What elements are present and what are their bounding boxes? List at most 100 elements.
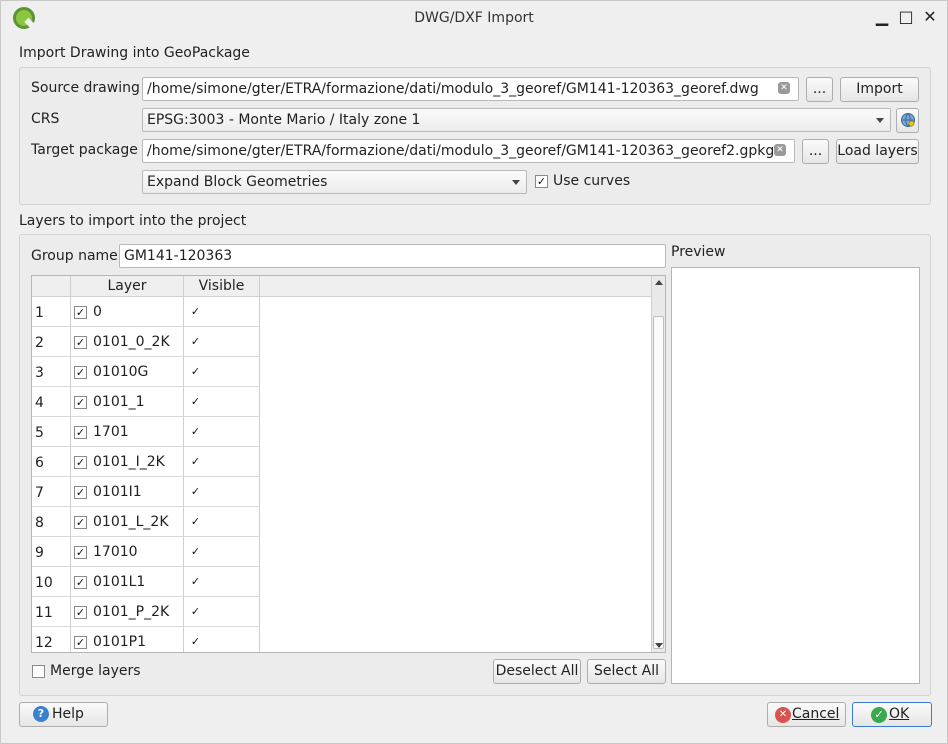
layer-name: 0101L1: [93, 574, 146, 590]
row-number: 7: [32, 477, 71, 507]
visible-checkbox[interactable]: ✓: [189, 516, 202, 529]
visible-checkbox[interactable]: ✓: [189, 306, 202, 319]
visible-cell[interactable]: ✓: [184, 327, 260, 357]
cancel-button[interactable]: ✕ Cancel: [767, 702, 846, 727]
layer-name: 01010G: [93, 364, 149, 380]
layers-table: Layer Visible 1 ✓ 0 ✓ 2 ✓ 0101_0_2K ✓ 3 ✓ 01010G ✓ 4…: [31, 275, 666, 653]
layer-name: 0: [93, 304, 102, 320]
source-drawing-field[interactable]: /home/simone/gter/ETRA/formazione/dati/m…: [142, 77, 799, 101]
visible-cell[interactable]: ✓: [184, 537, 260, 567]
import-button[interactable]: Import: [840, 77, 919, 102]
column-header-layer[interactable]: Layer: [71, 276, 184, 297]
layer-cell[interactable]: ✓ 0101_P_2K: [71, 597, 184, 627]
layer-checkbox[interactable]: ✓: [74, 426, 87, 439]
visible-cell[interactable]: ✓: [184, 417, 260, 447]
block-mode-select[interactable]: Expand Block Geometries: [142, 170, 527, 194]
scroll-up-icon[interactable]: [655, 280, 663, 285]
visible-checkbox[interactable]: ✓: [189, 576, 202, 589]
visible-checkbox[interactable]: ✓: [189, 486, 202, 499]
visible-checkbox[interactable]: ✓: [189, 606, 202, 619]
close-button[interactable]: ✕: [921, 8, 939, 26]
layer-cell[interactable]: ✓ 0101L1: [71, 567, 184, 597]
layer-checkbox[interactable]: ✓: [74, 486, 87, 499]
layer-cell[interactable]: ✓ 1701: [71, 417, 184, 447]
table-row[interactable]: 8 ✓ 0101_L_2K ✓: [32, 507, 260, 537]
visible-checkbox[interactable]: ✓: [189, 336, 202, 349]
help-button[interactable]: ? Help: [19, 702, 108, 727]
visible-cell[interactable]: ✓: [184, 627, 260, 652]
layer-checkbox[interactable]: ✓: [74, 636, 87, 649]
layer-name: 0101_1: [93, 394, 145, 410]
merge-layers-label: Merge layers: [50, 663, 141, 679]
table-scrollbar[interactable]: [651, 276, 665, 652]
layer-cell[interactable]: ✓ 0101_I_2K: [71, 447, 184, 477]
table-row[interactable]: 1 ✓ 0 ✓: [32, 297, 260, 327]
layer-checkbox[interactable]: ✓: [74, 576, 87, 589]
target-package-field[interactable]: /home/simone/gter/ETRA/formazione/dati/m…: [142, 139, 795, 163]
row-number: 3: [32, 357, 71, 387]
visible-cell[interactable]: ✓: [184, 387, 260, 417]
browse-source-button[interactable]: ...: [806, 77, 833, 102]
clear-target-icon[interactable]: ✕: [774, 144, 786, 156]
layer-checkbox[interactable]: ✓: [74, 516, 87, 529]
visible-cell[interactable]: ✓: [184, 567, 260, 597]
table-row[interactable]: 4 ✓ 0101_1 ✓: [32, 387, 260, 417]
visible-cell[interactable]: ✓: [184, 507, 260, 537]
visible-checkbox[interactable]: ✓: [189, 426, 202, 439]
merge-layers-checkbox[interactable]: [32, 665, 45, 678]
group-name-field[interactable]: GM141-120363: [119, 244, 666, 268]
row-number: 5: [32, 417, 71, 447]
ok-button[interactable]: ✓ OK: [852, 702, 932, 727]
dwg-import-dialog: DWG/DXF Import ▁ □ ✕ Import Drawing into…: [0, 0, 948, 744]
maximize-button[interactable]: □: [897, 8, 915, 26]
layer-cell[interactable]: ✓ 17010: [71, 537, 184, 567]
visible-cell[interactable]: ✓: [184, 477, 260, 507]
layer-cell[interactable]: ✓ 0101_1: [71, 387, 184, 417]
source-drawing-label: Source drawing: [31, 80, 140, 96]
table-row[interactable]: 3 ✓ 01010G ✓: [32, 357, 260, 387]
crs-selector-button[interactable]: [896, 108, 919, 133]
load-layers-button[interactable]: Load layers: [836, 139, 919, 164]
visible-cell[interactable]: ✓: [184, 297, 260, 327]
table-row[interactable]: 5 ✓ 1701 ✓: [32, 417, 260, 447]
table-row[interactable]: 2 ✓ 0101_0_2K ✓: [32, 327, 260, 357]
clear-source-icon[interactable]: ✕: [778, 82, 790, 94]
table-row[interactable]: 7 ✓ 0101I1 ✓: [32, 477, 260, 507]
layer-checkbox[interactable]: ✓: [74, 306, 87, 319]
visible-checkbox[interactable]: ✓: [189, 396, 202, 409]
layer-checkbox[interactable]: ✓: [74, 456, 87, 469]
column-header-visible[interactable]: Visible: [184, 276, 260, 297]
visible-checkbox[interactable]: ✓: [189, 366, 202, 379]
layer-cell[interactable]: ✓ 01010G: [71, 357, 184, 387]
table-row[interactable]: 9 ✓ 17010 ✓: [32, 537, 260, 567]
visible-checkbox[interactable]: ✓: [189, 456, 202, 469]
deselect-all-button[interactable]: Deselect All: [493, 659, 581, 684]
scroll-thumb[interactable]: [653, 316, 664, 649]
browse-target-button[interactable]: ...: [802, 139, 829, 164]
layer-cell[interactable]: ✓ 0101I1: [71, 477, 184, 507]
layer-checkbox[interactable]: ✓: [74, 396, 87, 409]
layer-checkbox[interactable]: ✓: [74, 336, 87, 349]
layer-cell[interactable]: ✓ 0101P1: [71, 627, 184, 652]
layer-checkbox[interactable]: ✓: [74, 546, 87, 559]
table-row[interactable]: 6 ✓ 0101_I_2K ✓: [32, 447, 260, 477]
crs-select[interactable]: EPSG:3003 - Monte Mario / Italy zone 1: [142, 108, 891, 132]
layer-checkbox[interactable]: ✓: [74, 366, 87, 379]
visible-checkbox[interactable]: ✓: [189, 636, 202, 649]
visible-cell[interactable]: ✓: [184, 597, 260, 627]
table-row[interactable]: 10 ✓ 0101L1 ✓: [32, 567, 260, 597]
table-row[interactable]: 12 ✓ 0101P1 ✓: [32, 627, 260, 652]
visible-cell[interactable]: ✓: [184, 357, 260, 387]
row-number: 6: [32, 447, 71, 477]
scroll-down-icon[interactable]: [655, 643, 663, 648]
use-curves-checkbox[interactable]: ✓: [535, 175, 548, 188]
visible-cell[interactable]: ✓: [184, 447, 260, 477]
layer-cell[interactable]: ✓ 0101_0_2K: [71, 327, 184, 357]
select-all-button[interactable]: Select All: [587, 659, 666, 684]
layer-cell[interactable]: ✓ 0: [71, 297, 184, 327]
minimize-button[interactable]: ▁: [873, 8, 891, 26]
visible-checkbox[interactable]: ✓: [189, 546, 202, 559]
layer-checkbox[interactable]: ✓: [74, 606, 87, 619]
layer-cell[interactable]: ✓ 0101_L_2K: [71, 507, 184, 537]
table-row[interactable]: 11 ✓ 0101_P_2K ✓: [32, 597, 260, 627]
